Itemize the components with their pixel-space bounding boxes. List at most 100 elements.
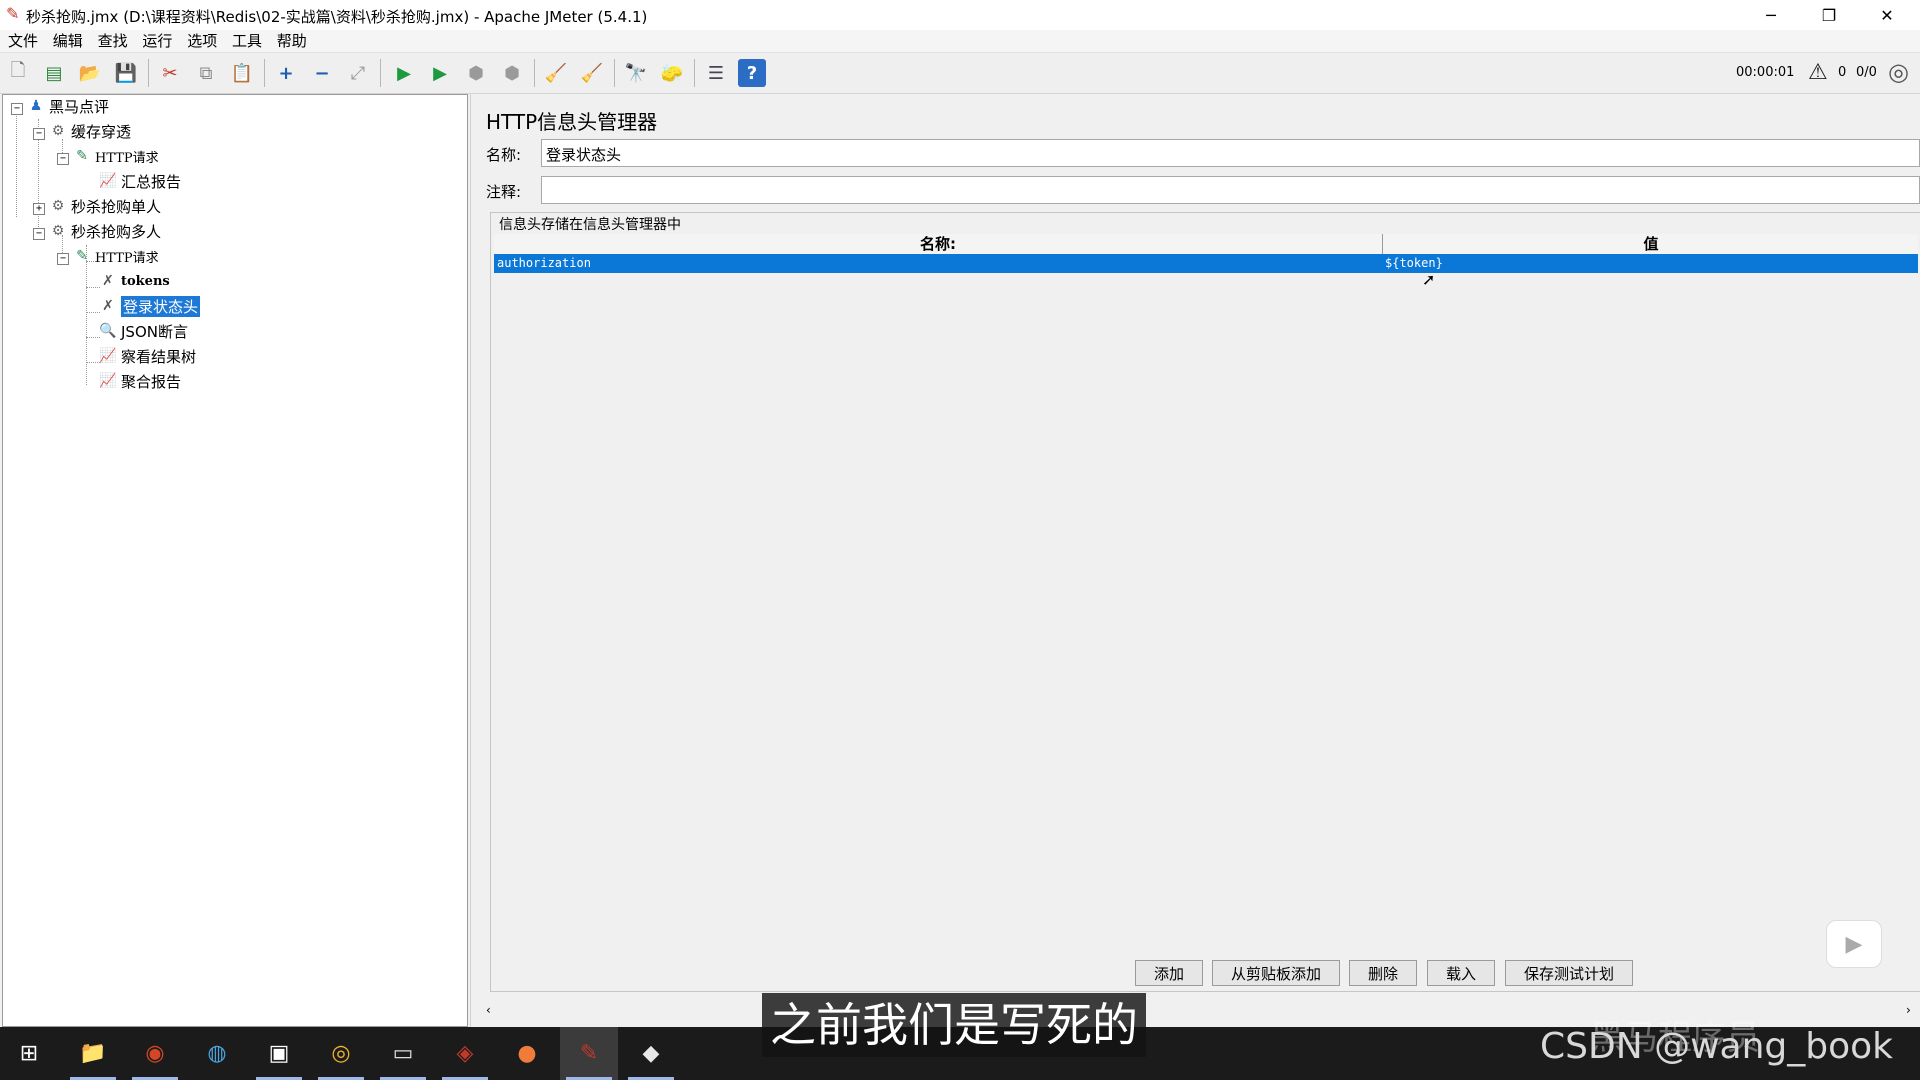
reset-search-icon[interactable]: 🧽 [658, 59, 686, 87]
elapsed-timer: 00:00:01 [1736, 65, 1795, 80]
video-play-icon[interactable]: ▶ [1826, 920, 1882, 968]
shutdown-icon[interactable]: ⬢ [498, 59, 526, 87]
stop-icon[interactable]: ⬢ [462, 59, 490, 87]
browser-icon[interactable]: ◍ [188, 1027, 246, 1080]
templates-icon[interactable]: ▤ [40, 59, 68, 87]
active-threads: 0/0 [1856, 65, 1877, 80]
toggle-icon[interactable]: ⤢ [344, 59, 372, 87]
clear-icon[interactable]: 🧹 [542, 59, 570, 87]
add-from-clipboard-button[interactable]: 从剪贴板添加 [1212, 960, 1340, 986]
close-button[interactable]: ✕ [1858, 0, 1916, 30]
comment-field[interactable] [541, 176, 1920, 204]
warning-icon[interactable]: ⚠ [1808, 60, 1828, 85]
tree-node-test-plan[interactable]: ♟ 黑马点评 [27, 95, 109, 117]
terminal-icon[interactable]: ▭ [374, 1027, 432, 1080]
sampler-pen-icon: ✎ [76, 148, 88, 164]
name-field[interactable]: 登录状态头 [541, 139, 1920, 167]
add-button[interactable]: 添加 [1135, 960, 1203, 986]
mouse-cursor-icon: ➚ [1422, 270, 1436, 289]
paste-icon[interactable]: 📋 [228, 59, 256, 87]
redis-client-icon[interactable]: ◈ [436, 1027, 494, 1080]
intellij-icon[interactable]: ▣ [250, 1027, 308, 1080]
headers-group-title: 信息头存储在信息头管理器中 [496, 214, 684, 234]
jmeter-taskbar-icon[interactable]: ✎ [560, 1027, 618, 1080]
save-icon[interactable]: 💾 [112, 59, 140, 87]
tree-node-tokens[interactable]: ✗ tokens [99, 270, 170, 292]
config-tools-icon: ✗ [102, 298, 114, 314]
start-icon[interactable]: ▶ [390, 59, 418, 87]
delete-button[interactable]: 删除 [1349, 960, 1417, 986]
table-row[interactable]: authorization ${token} [494, 254, 1918, 273]
panel-title: HTTP信息头管理器 [486, 110, 658, 134]
tree-node-seckill-multi[interactable]: ⚙ 秒杀抢购多人 [49, 220, 161, 242]
name-label: 名称: [486, 146, 522, 164]
sampler-pen-icon: ✎ [76, 248, 88, 264]
menu-help[interactable]: 帮助 [277, 32, 307, 50]
warning-count: 0 [1838, 65, 1847, 80]
save-test-plan-button[interactable]: 保存测试计划 [1505, 960, 1633, 986]
open-icon[interactable]: 📂 [76, 59, 104, 87]
powerpoint-icon[interactable]: ◉ [126, 1027, 184, 1080]
tree-node-json-assertion[interactable]: 🔍 JSON断言 [99, 320, 188, 342]
function-helper-icon[interactable]: ☰ [702, 59, 730, 87]
column-value-header[interactable]: 值 [1382, 234, 1919, 254]
column-name-header[interactable]: 名称: [494, 234, 1382, 254]
chrome-icon[interactable]: ◎ [312, 1027, 370, 1080]
toolbar: 🗋 ▤ 📂 💾 ✂ ⧉ 📋 + − ⤢ ▶ ▶ ⬢ ⬢ 🧹 🧹 🔭 🧽 ☰ ? … [0, 53, 1920, 94]
tree-node-http-request-1[interactable]: ✎ HTTP请求 [73, 145, 159, 167]
menu-search[interactable]: 查找 [98, 32, 128, 50]
video-subtitle: 之前我们是写死的 [762, 993, 1146, 1057]
expand-all-icon[interactable]: + [272, 59, 300, 87]
cut-icon[interactable]: ✂ [156, 59, 184, 87]
postman-icon[interactable]: ● [498, 1027, 556, 1080]
headers-group-box [490, 212, 1920, 992]
start-no-pause-icon[interactable]: ▶ [426, 59, 454, 87]
csdn-watermark: CSDN @wang_book [1540, 1026, 1894, 1067]
restore-button[interactable]: ❐ [1800, 0, 1858, 30]
menu-tools[interactable]: 工具 [232, 32, 262, 50]
headers-table-header: 名称: 值 [494, 234, 1918, 255]
thread-group-gear-icon: ⚙ [51, 198, 65, 214]
collapse-all-icon[interactable]: − [308, 59, 336, 87]
scroll-left-icon[interactable]: ‹ [486, 1003, 491, 1017]
report-chart-icon: 📈 [99, 173, 117, 189]
new-icon[interactable]: 🗋 [4, 59, 32, 87]
windows-start-icon[interactable]: ⊞ [0, 1027, 58, 1080]
clear-all-icon[interactable]: 🧹 [578, 59, 606, 87]
load-button[interactable]: 载入 [1427, 960, 1495, 986]
header-manager-panel: HTTP信息头管理器 名称: 登录状态头 注释: 信息头存储在信息头管理器中 名… [478, 94, 1920, 1027]
config-tools-icon: ✗ [102, 273, 114, 289]
thread-status-icon: ◎ [1888, 58, 1909, 86]
scroll-right-icon[interactable]: › [1906, 1003, 1911, 1017]
test-plan-icon: ♟ [29, 98, 43, 114]
listener-chart-icon: 📈 [99, 348, 117, 364]
menu-run[interactable]: 运行 [142, 32, 172, 50]
tree-node-seckill-single[interactable]: ⚙ 秒杀抢购单人 [49, 195, 161, 217]
assertion-magnifier-icon: 🔍 [99, 323, 117, 339]
test-plan-tree: − ♟ 黑马点评 − ⚙ 缓存穿透 − ✎ HTTP请求 📈 汇总报告 + ⚙ … [2, 94, 468, 1027]
tree-node-http-request-2[interactable]: ✎ HTTP请求 [73, 245, 159, 267]
menu-bar: 文件 编辑 查找 运行 选项 工具 帮助 [0, 30, 1920, 53]
listener-chart-icon: 📈 [99, 373, 117, 389]
header-name-cell[interactable]: authorization [497, 254, 591, 273]
tree-node-login-header[interactable]: ✗ 登录状态头 [99, 295, 201, 317]
tree-node-summary-report[interactable]: 📈 汇总报告 [99, 170, 181, 192]
copy-icon[interactable]: ⧉ [192, 59, 220, 87]
menu-file[interactable]: 文件 [8, 32, 38, 50]
menu-edit[interactable]: 编辑 [53, 32, 83, 50]
tree-node-aggregate-report[interactable]: 📈 聚合报告 [99, 370, 181, 392]
minimize-button[interactable]: ─ [1742, 0, 1800, 30]
window-title: 秒杀抢购.jmx (D:\课程资料\Redis\02-实战篇\资料\秒杀抢购.j… [26, 8, 648, 26]
tree-node-view-results-tree[interactable]: 📈 察看结果树 [99, 345, 196, 367]
help-icon[interactable]: ? [738, 59, 766, 87]
jmeter-feather-icon: ✎ [6, 4, 20, 23]
thread-group-gear-icon: ⚙ [51, 223, 65, 239]
search-icon[interactable]: 🔭 [622, 59, 650, 87]
file-explorer-icon[interactable]: 📁 [64, 1027, 122, 1080]
tree-node-cache-penetration[interactable]: ⚙ 缓存穿透 [49, 120, 131, 142]
menu-options[interactable]: 选项 [187, 32, 217, 50]
comment-label: 注释: [486, 183, 522, 201]
title-bar: ✎ 秒杀抢购.jmx (D:\课程资料\Redis\02-实战篇\资料\秒杀抢购… [0, 0, 1920, 30]
app-taskbar-icon[interactable]: ◆ [622, 1027, 680, 1080]
thread-group-gear-icon: ⚙ [51, 123, 65, 139]
